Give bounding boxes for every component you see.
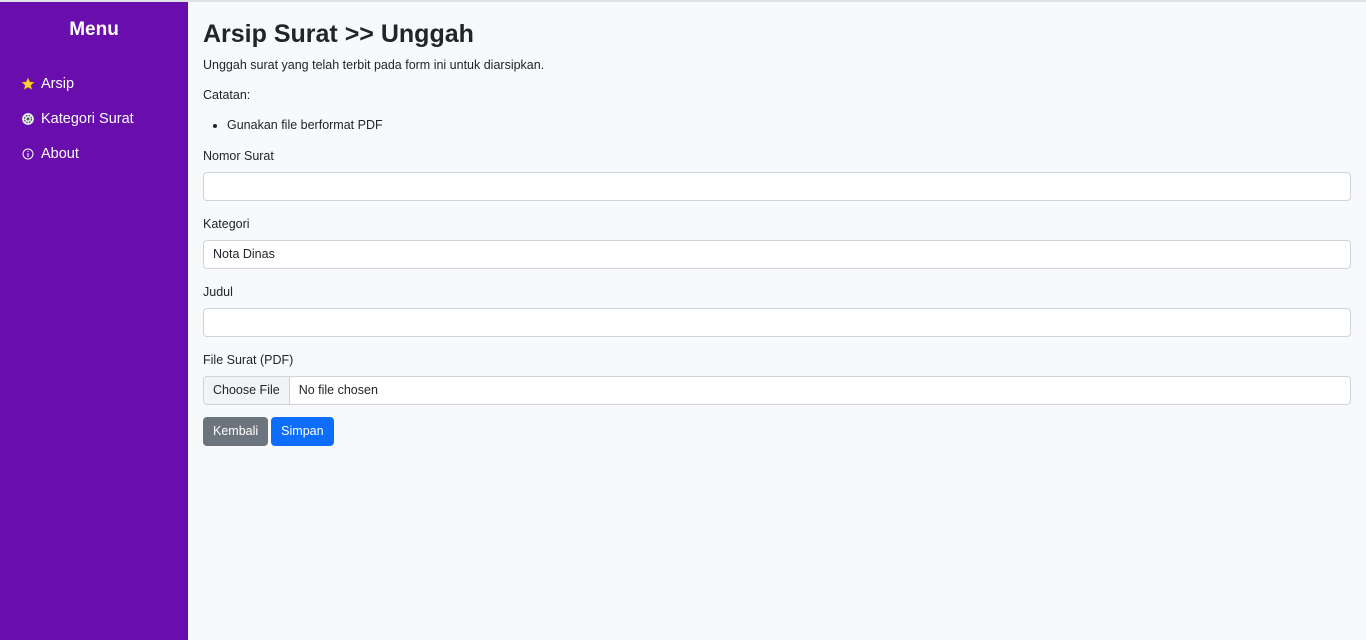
judul-label: Judul [203,285,233,299]
page-subtitle: Unggah surat yang telah terbit pada form… [203,58,545,72]
star-icon [20,76,35,91]
nomor-surat-input[interactable] [203,172,1351,201]
upload-form: Nomor Surat Kategori Nota Dinas Judul Fi… [203,147,1351,446]
file-label: File Surat (PDF) [203,353,294,367]
main-content: Arsip Surat >> Unggah Unggah surat yang … [203,2,1351,446]
gear-icon [20,111,35,126]
back-button[interactable]: Kembali [203,417,269,446]
note-list: Gunakan file berformat PDF [203,117,1351,133]
field-kategori: Kategori Nota Dinas [203,215,1351,269]
kategori-select[interactable]: Nota Dinas [203,240,1351,269]
file-input[interactable]: Choose File No file chosen [203,376,1351,405]
sidebar: Menu Arsip Kategori Surat About [0,2,188,640]
sidebar-item-label: Kategori Surat [41,110,134,127]
save-button[interactable]: Simpan [271,417,334,446]
choose-file-button[interactable]: Choose File [204,377,290,404]
info-icon [20,146,35,161]
sidebar-item-label: About [41,145,79,162]
form-actions: Kembali Simpan [203,417,1351,446]
note-item: Gunakan file berformat PDF [227,117,1351,133]
sidebar-nav: Arsip Kategori Surat About [0,66,188,171]
kategori-label: Kategori [203,217,250,231]
sidebar-item-about[interactable]: About [0,136,188,171]
sidebar-item-arsip[interactable]: Arsip [0,66,188,101]
note-label: Catatan: [203,88,251,102]
sidebar-item-label: Arsip [41,75,75,92]
file-status: No file chosen [298,383,378,397]
nomor-surat-label: Nomor Surat [203,149,274,163]
field-judul: Judul [203,283,1351,337]
field-file: File Surat (PDF) Choose File No file cho… [203,351,1351,405]
sidebar-item-kategori-surat[interactable]: Kategori Surat [0,101,188,136]
field-nomor-surat: Nomor Surat [203,147,1351,201]
page-title: Arsip Surat >> Unggah [203,20,474,48]
judul-input[interactable] [203,308,1351,337]
sidebar-title: Menu [69,19,119,40]
